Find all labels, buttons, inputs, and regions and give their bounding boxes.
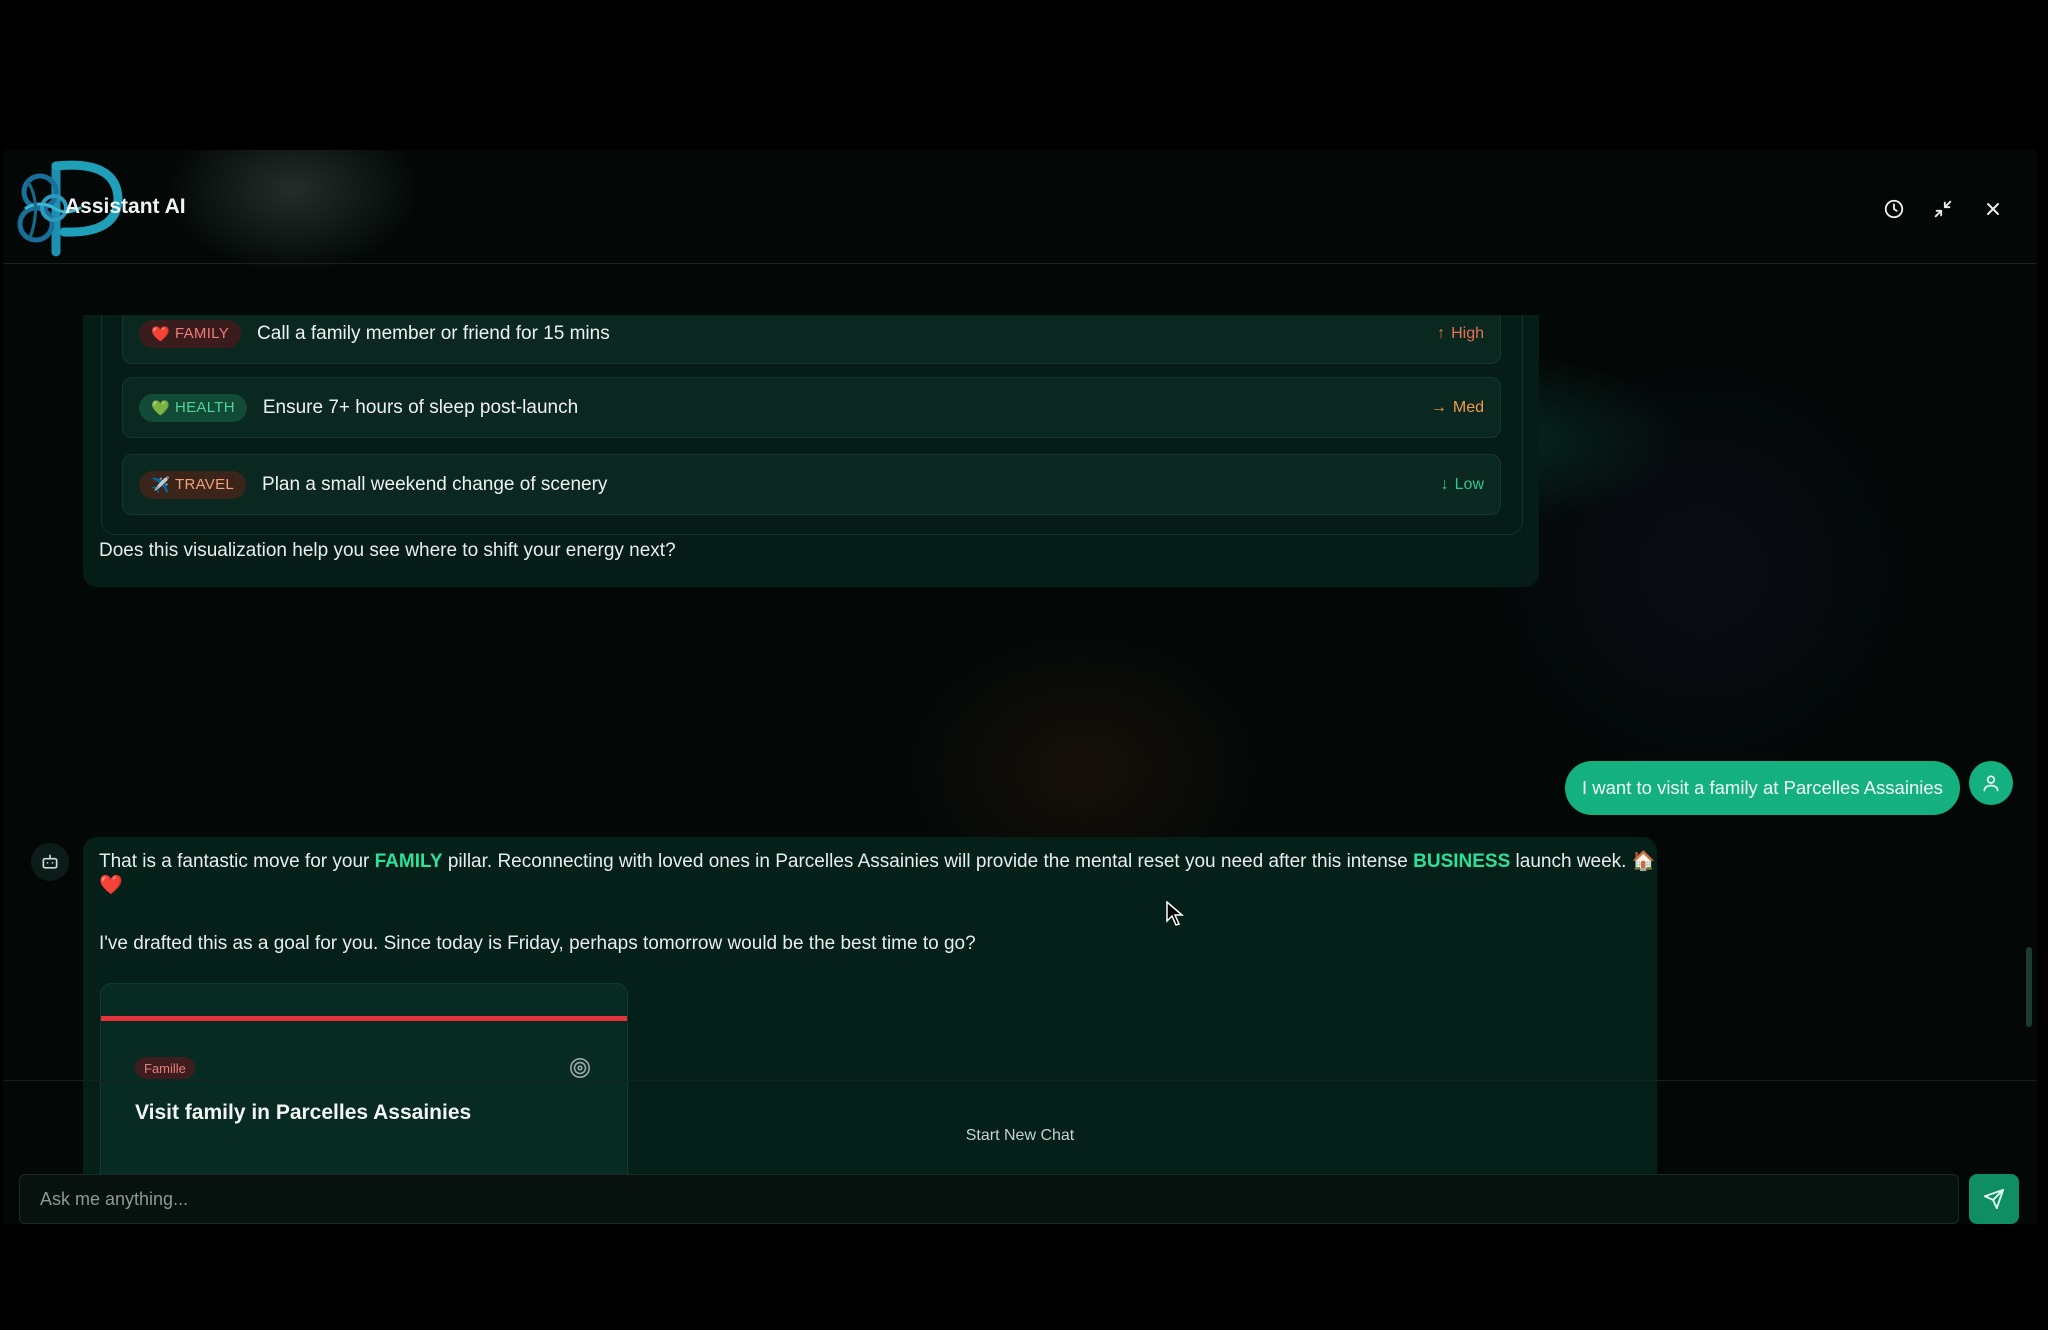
priority-label: Low xyxy=(1454,475,1484,493)
close-icon[interactable] xyxy=(1979,195,2007,223)
green-heart-icon: 💚 xyxy=(151,399,170,417)
bot-reply-paragraph-2: I've drafted this as a goal for you. Sin… xyxy=(99,933,976,954)
chat-area: ❤️ FAMILY Call a family member or friend… xyxy=(3,315,2037,1175)
bot-reply-paragraph: That is a fantastic move for your FAMILY… xyxy=(99,849,1657,897)
mouse-cursor-icon xyxy=(1166,901,1184,926)
tag-label: TRAVEL xyxy=(174,476,235,493)
arrow-right-icon: → xyxy=(1430,398,1447,416)
task-text: Ensure 7+ hours of sleep post-launch xyxy=(262,396,579,418)
app-title: Assistant AI xyxy=(65,195,186,218)
priority-badge: ↓ Low xyxy=(1441,476,1484,494)
user-message-bubble: I want to visit a family at Parcelles As… xyxy=(1565,761,1960,815)
bot-avatar-icon xyxy=(31,843,69,881)
goal-category-tag: Famille xyxy=(135,1057,195,1079)
category-tag-travel: ✈️ TRAVEL xyxy=(139,470,247,499)
priority-badge: → Med xyxy=(1431,399,1484,417)
send-icon xyxy=(1983,1188,2005,1210)
goal-accent-stripe xyxy=(101,1016,627,1021)
heart-icon: ❤️ xyxy=(151,325,170,343)
priority-label: High xyxy=(1451,324,1484,342)
task-row-travel[interactable]: ✈️ TRAVEL Plan a small weekend change of… xyxy=(122,454,1501,515)
send-button[interactable] xyxy=(1969,1174,2019,1224)
user-message-text: I want to visit a family at Parcelles As… xyxy=(1582,777,1943,798)
task-text: Plan a small weekend change of scenery xyxy=(262,473,608,495)
task-row-health[interactable]: 💚 HEALTH Ensure 7+ hours of sleep post-l… xyxy=(122,377,1501,438)
user-avatar-icon xyxy=(1969,761,2013,805)
highlight-business: BUSINESS xyxy=(1413,851,1511,872)
task-row-family[interactable]: ❤️ FAMILY Call a family member or friend… xyxy=(122,315,1501,364)
start-new-chat-button[interactable]: Start New Chat xyxy=(3,1127,2037,1145)
target-icon xyxy=(570,1058,590,1078)
category-tag-health: 💚 HEALTH xyxy=(139,393,247,422)
scrollbar-thumb[interactable] xyxy=(2026,947,2032,1027)
chat-input[interactable] xyxy=(19,1174,1959,1224)
category-tag-family: ❤️ FAMILY xyxy=(139,319,242,348)
arrow-up-icon: ↑ xyxy=(1437,324,1446,342)
bot-question: Does this visualization help you see whe… xyxy=(99,540,676,561)
text-segment: pillar. Reconnecting with loved ones in … xyxy=(442,851,1414,872)
highlight-family: FAMILY xyxy=(374,851,443,872)
assistant-window: Assistant AI ❤️ FAMILY Call a family mem… xyxy=(3,150,2037,1224)
header: Assistant AI xyxy=(3,150,2037,264)
airplane-icon: ✈️ xyxy=(151,476,170,494)
tag-label: HEALTH xyxy=(174,399,235,416)
arrow-down-icon: ↓ xyxy=(1440,475,1449,493)
priority-badge: ↑ High xyxy=(1437,325,1484,343)
priority-label: Med xyxy=(1452,398,1484,416)
task-list: ❤️ FAMILY Call a family member or friend… xyxy=(101,315,1523,535)
text-segment: That is a fantastic move for your xyxy=(99,851,375,872)
tag-label: FAMILY xyxy=(174,325,230,342)
footer: Start New Chat xyxy=(3,1080,2037,1224)
minimize-icon[interactable] xyxy=(1929,195,1957,223)
history-icon[interactable] xyxy=(1880,195,1908,223)
task-text: Call a family member or friend for 15 mi… xyxy=(257,322,610,344)
bot-message-bubble: ❤️ FAMILY Call a family member or friend… xyxy=(83,315,1539,587)
